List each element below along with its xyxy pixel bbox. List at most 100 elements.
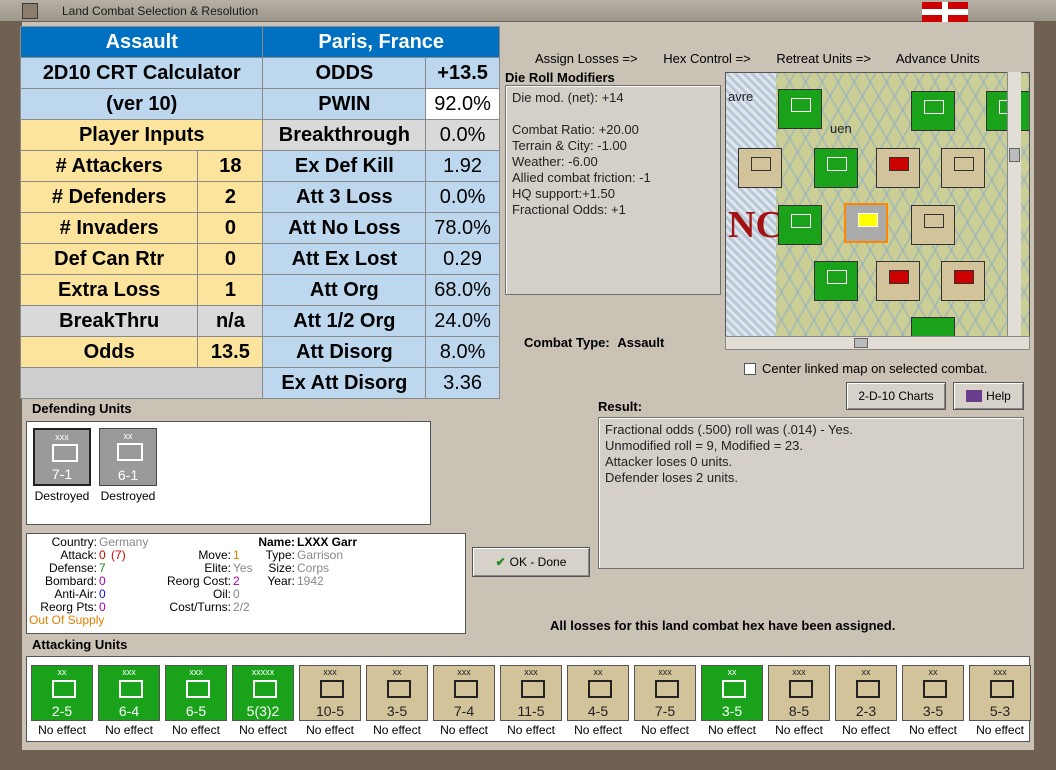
input-label: Odds [19,336,199,368]
input-value[interactable]: 0 [197,243,264,275]
unit-counter: xx 4-5 [567,665,629,721]
losses-assigned-message: All losses for this land combat hex have… [550,618,896,633]
result-line: Defender loses 2 units. [605,470,738,485]
center-map-checkbox[interactable]: Center linked map on selected combat. [744,361,987,376]
linked-map[interactable]: avre uen NC [725,72,1030,337]
info-oil: 0 [233,587,240,601]
window-left-border [0,22,22,770]
map-place-label-2: uen [830,121,852,136]
scroll-thumb[interactable] [1009,148,1020,162]
unit-status: No effect [507,723,555,737]
unit-type-icon [521,680,545,698]
defending-unit[interactable]: xxx 7-1 Destroyed [31,428,93,510]
unit-type-icon [387,680,411,698]
result-label: Att No Loss [262,212,427,244]
step-advance-units[interactable]: Advance Units [896,51,980,66]
defending-units-title: Defending Units [32,401,132,416]
map-counter[interactable] [814,148,858,188]
unit-symbol-icon [827,157,847,171]
result-label: Att Disorg [262,336,427,368]
unit-strength: 6-5 [185,703,207,719]
info-attack-alt: (7) [111,548,126,562]
map-counter[interactable] [911,317,955,336]
map-counter[interactable] [911,205,955,245]
unit-type-icon [253,680,277,698]
charts-button[interactable]: 2-D-10 Charts [846,382,946,410]
step-hex-control[interactable]: Hex Control => [663,51,750,66]
selected-combat-hex[interactable] [844,203,888,243]
map-counter[interactable] [738,148,782,188]
ok-done-button[interactable]: ✔ OK - Done [472,547,590,577]
attacking-unit[interactable]: xx 2-3 No effect [835,665,897,741]
info-antiair: 0 [99,587,106,601]
modifier-line: Fractional Odds: +1 [512,202,626,217]
step-assign-losses[interactable]: Assign Losses => [535,51,638,66]
result-value: 68.0% [425,274,500,306]
attacking-unit[interactable]: xxx 11-5 No effect [500,665,562,741]
unit-status: No effect [373,723,421,737]
info-year: 1942 [297,574,324,588]
info-name: LXXX Garr [297,535,358,549]
map-horizontal-scrollbar[interactable] [725,336,1030,350]
center-map-label: Center linked map on selected combat. [762,361,988,376]
attacking-unit[interactable]: xxx 7-5 No effect [634,665,696,741]
attacking-unit[interactable]: xxxxx 5(3)2 No effect [232,665,294,741]
result-label: Att Org [262,274,427,306]
nation-flag-icon [922,2,968,22]
die-roll-modifiers-box: Die mod. (net): +14 Combat Ratio: +20.00… [505,85,721,295]
map-counter[interactable] [911,91,955,131]
unit-size: xxx [122,667,136,677]
input-value[interactable]: 2 [197,181,264,213]
info-cost-turns: 2/2 [233,600,250,614]
input-value: n/a [197,305,264,337]
map-counter[interactable] [876,148,920,188]
system-menu-icon[interactable] [22,3,38,19]
attacking-units-panel: xx 2-5 No effect xxx 6-4 No effect xxx 6-5 No ef… [26,656,1031,742]
input-value[interactable]: 18 [197,150,264,182]
unit-type-icon [923,680,947,698]
unit-size: xx [593,667,603,677]
input-value: 13.5 [197,336,264,368]
map-counter[interactable] [876,261,920,301]
attacking-unit[interactable]: xxx 6-4 No effect [98,665,160,741]
map-counter[interactable] [941,261,985,301]
unit-strength: 6-1 [117,467,139,483]
info-bombard: 0 [99,574,106,588]
map-counter[interactable] [941,148,985,188]
attacking-unit[interactable]: xx 3-5 No effect [366,665,428,741]
unit-type-icon [588,680,612,698]
unit-info-panel: Country: Germany Attack: 0 (7) Defense: 7 B… [26,533,466,634]
input-value[interactable]: 1 [197,274,264,306]
attacking-unit[interactable]: xxx 8-5 No effect [768,665,830,741]
scroll-thumb[interactable] [854,338,868,348]
step-retreat-units[interactable]: Retreat Units => [776,51,871,66]
unit-type-icon [856,680,880,698]
attacking-unit[interactable]: xx 3-5 No effect [902,665,964,741]
attacking-unit[interactable]: xxx 5-3 No effect [969,665,1031,741]
attacking-unit[interactable]: xxx 6-5 No effect [165,665,227,741]
checkbox-box[interactable] [744,363,756,375]
map-counter[interactable] [778,89,822,129]
unit-strength: 7-1 [51,466,73,482]
unit-size: xx [57,667,67,677]
result-value: 0.0% [425,181,500,213]
unit-strength: 2-5 [51,703,73,719]
attacking-unit[interactable]: xx 2-5 No effect [31,665,93,741]
map-counter[interactable] [814,261,858,301]
input-label: Extra Loss [19,274,199,306]
unit-counter: xxx 6-4 [98,665,160,721]
info-column-2: Move: 1 Elite: Yes Reorg Cost: 2 Oil: 0 Cost… [145,549,253,614]
map-vertical-scrollbar[interactable] [1007,72,1021,337]
input-value[interactable]: 0 [197,212,264,244]
attacking-unit[interactable]: xxx 7-4 No effect [433,665,495,741]
result-value: 78.0% [425,212,500,244]
input-label: Def Can Rtr [19,243,199,275]
defending-unit[interactable]: xx 6-1 Destroyed [97,428,159,510]
attacking-unit[interactable]: xx 4-5 No effect [567,665,629,741]
map-counter[interactable] [778,205,822,245]
unit-strength: 11-5 [517,703,545,719]
help-button[interactable]: Help [953,382,1024,410]
attacking-unit[interactable]: xxx 10-5 No effect [299,665,361,741]
attacking-unit[interactable]: xx 3-5 No effect [701,665,763,741]
result-box: Fractional odds (.500) roll was (.014) -… [598,417,1024,569]
